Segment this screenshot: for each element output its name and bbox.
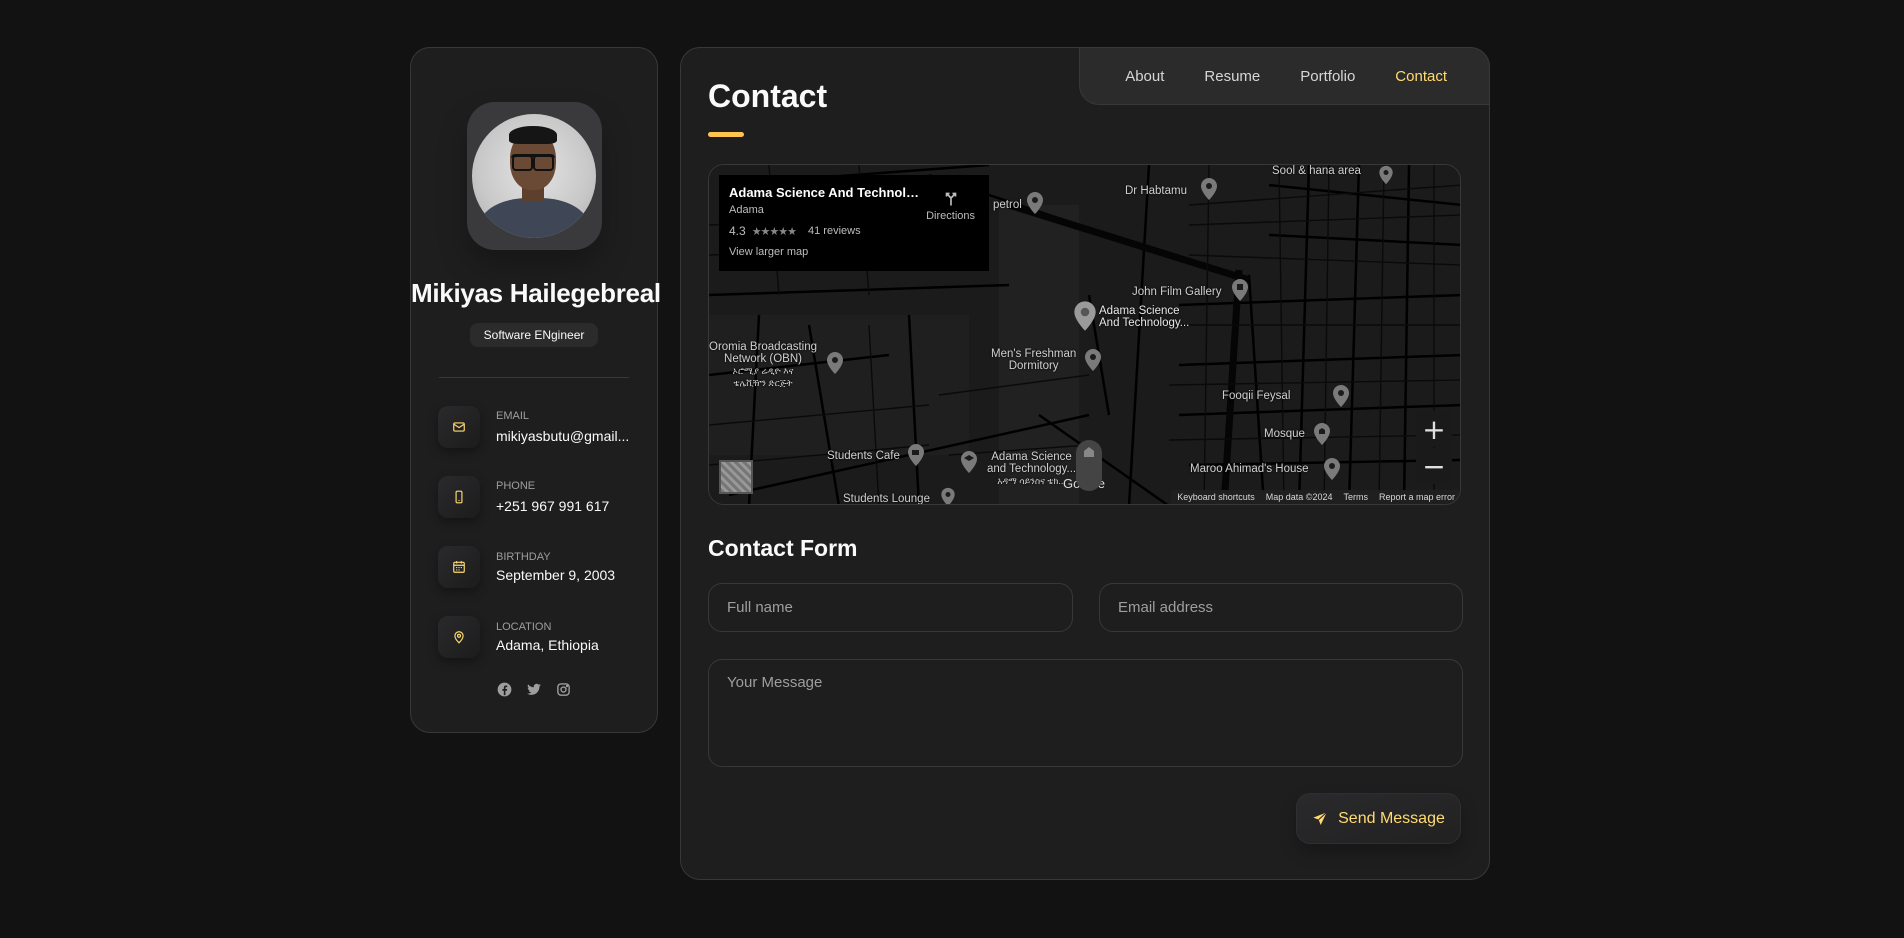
map-footer: Keyboard shortcuts Map data ©2024 Terms …	[1171, 490, 1460, 504]
place-rating: 4.3 ★★★★★ 41 reviews	[729, 224, 979, 238]
directions-label: Directions	[926, 210, 975, 222]
calendar-icon	[438, 546, 480, 588]
page-title: Contact	[708, 78, 828, 114]
send-message-label: Send Message	[1338, 809, 1445, 827]
map-label-fooqii: Fooqii Feysal	[1222, 390, 1291, 402]
map-pin-icon[interactable]	[1200, 177, 1218, 201]
selected-location-pin-icon[interactable]	[1073, 300, 1097, 332]
nav-resume[interactable]: Resume	[1204, 68, 1260, 85]
map-label-students-lounge: Students Lounge	[843, 493, 930, 505]
profile-sidebar: Mikiyas Hailegebreal Software ENgineer E…	[410, 47, 661, 733]
map-label-dr-habtamu: Dr Habtamu	[1125, 185, 1187, 197]
facebook-icon[interactable]	[497, 682, 512, 697]
mosque-pin-icon[interactable]	[1313, 422, 1331, 446]
email-link[interactable]: mikiyasbutu@gmail...	[496, 428, 629, 444]
location-value: Adama, Ethiopia	[496, 637, 599, 653]
profile-title-badge: Software ENgineer	[470, 323, 598, 347]
avatar	[472, 114, 596, 238]
avatar-frame	[466, 102, 602, 250]
contact-label: Birthday	[496, 551, 551, 563]
phone-icon	[438, 476, 480, 518]
stadium-icon	[1076, 440, 1102, 491]
twitter-icon[interactable]	[526, 682, 542, 697]
title-underline	[708, 132, 744, 137]
instagram-icon[interactable]	[556, 682, 571, 697]
location-pin-icon	[438, 616, 480, 658]
nav-portfolio[interactable]: Portfolio	[1300, 68, 1355, 85]
contact-label: Location	[496, 621, 552, 633]
social-links	[411, 682, 657, 697]
cafe-pin-icon[interactable]	[907, 443, 925, 467]
contact-phone: Phone +251 967 991 617	[438, 476, 657, 518]
mail-icon	[438, 406, 480, 448]
place-name: Adama Science And Technolo...	[729, 185, 919, 200]
map-label-astu: Adama Science And Technology...	[1099, 305, 1190, 329]
map-place-card: Adama Science And Technolo... Adama 4.3 …	[719, 175, 989, 271]
reviews-link[interactable]: 41 reviews	[808, 225, 861, 237]
zoom-out-button[interactable]: −	[1416, 448, 1452, 484]
map-satellite-toggle[interactable]	[719, 460, 753, 494]
directions-button[interactable]: Directions	[926, 189, 975, 222]
nav-about[interactable]: About	[1125, 68, 1164, 85]
contact-location: Location Adama, Ethiopia	[438, 616, 657, 658]
star-rating-icon: ★★★★★	[751, 225, 797, 238]
main-content: About Resume Portfolio Contact Contact p…	[680, 47, 1490, 880]
rating-value: 4.3	[729, 224, 746, 238]
school-pin-icon[interactable]	[960, 450, 978, 474]
birthday-value: September 9, 2003	[496, 567, 616, 583]
map-label-freshman: Men's Freshman Dormitory	[991, 348, 1077, 372]
email-address-input[interactable]	[1099, 583, 1463, 632]
top-navbar: About Resume Portfolio Contact	[1079, 47, 1490, 105]
map-label-students-cafe: Students Cafe	[827, 450, 900, 462]
directions-icon	[945, 192, 956, 206]
zoom-in-button[interactable]: +	[1416, 411, 1452, 447]
map-label-obn: Oromia Broadcasting Network (OBN) ኦሮሚያ ሬዲ…	[709, 341, 818, 388]
sidebar-separator	[439, 377, 629, 378]
map-label-petrol: petrol	[993, 199, 1022, 211]
map-pin-icon[interactable]	[1084, 348, 1102, 372]
send-icon	[1313, 811, 1328, 825]
map-label-mosque: Mosque	[1264, 428, 1305, 440]
contact-email: Email mikiyasbutu@gmail...	[438, 406, 657, 448]
map-label-sool: Sool & hana area	[1272, 165, 1361, 177]
map-embed[interactable]: petrol Dr Habtamu Sool & hana area John …	[708, 164, 1461, 505]
map-pin-icon[interactable]	[940, 487, 956, 505]
message-textarea[interactable]	[708, 659, 1463, 767]
map-pin-icon[interactable]	[826, 351, 844, 375]
contact-birthday: Birthday September 9, 2003	[438, 546, 657, 588]
map-pin-icon[interactable]	[1377, 165, 1395, 185]
nav-contact[interactable]: Contact	[1395, 68, 1447, 85]
map-data-label: Map data ©2024	[1265, 492, 1333, 502]
profile-name: Mikiyas Hailegebreal	[411, 278, 661, 308]
map-label-maroo: Maroo Ahimad's House	[1190, 463, 1309, 475]
map-pin-icon[interactable]	[1231, 278, 1249, 302]
map-pin-icon[interactable]	[1026, 191, 1044, 215]
keyboard-shortcuts-link[interactable]: Keyboard shortcuts	[1177, 492, 1255, 502]
contact-label: Email	[496, 409, 530, 422]
send-message-button[interactable]: Send Message	[1296, 793, 1461, 844]
map-pin-icon[interactable]	[1323, 457, 1341, 481]
map-label-john-film: John Film Gallery	[1132, 286, 1222, 298]
view-larger-map-link[interactable]: View larger map	[729, 246, 979, 258]
contact-label: Phone	[496, 479, 536, 492]
terms-link[interactable]: Terms	[1343, 492, 1368, 502]
phone-link[interactable]: +251 967 991 617	[496, 498, 609, 514]
full-name-input[interactable]	[708, 583, 1073, 632]
form-title: Contact Form	[708, 535, 858, 561]
report-error-link[interactable]: Report a map error	[1379, 492, 1455, 502]
map-pin-icon[interactable]	[1332, 384, 1350, 408]
